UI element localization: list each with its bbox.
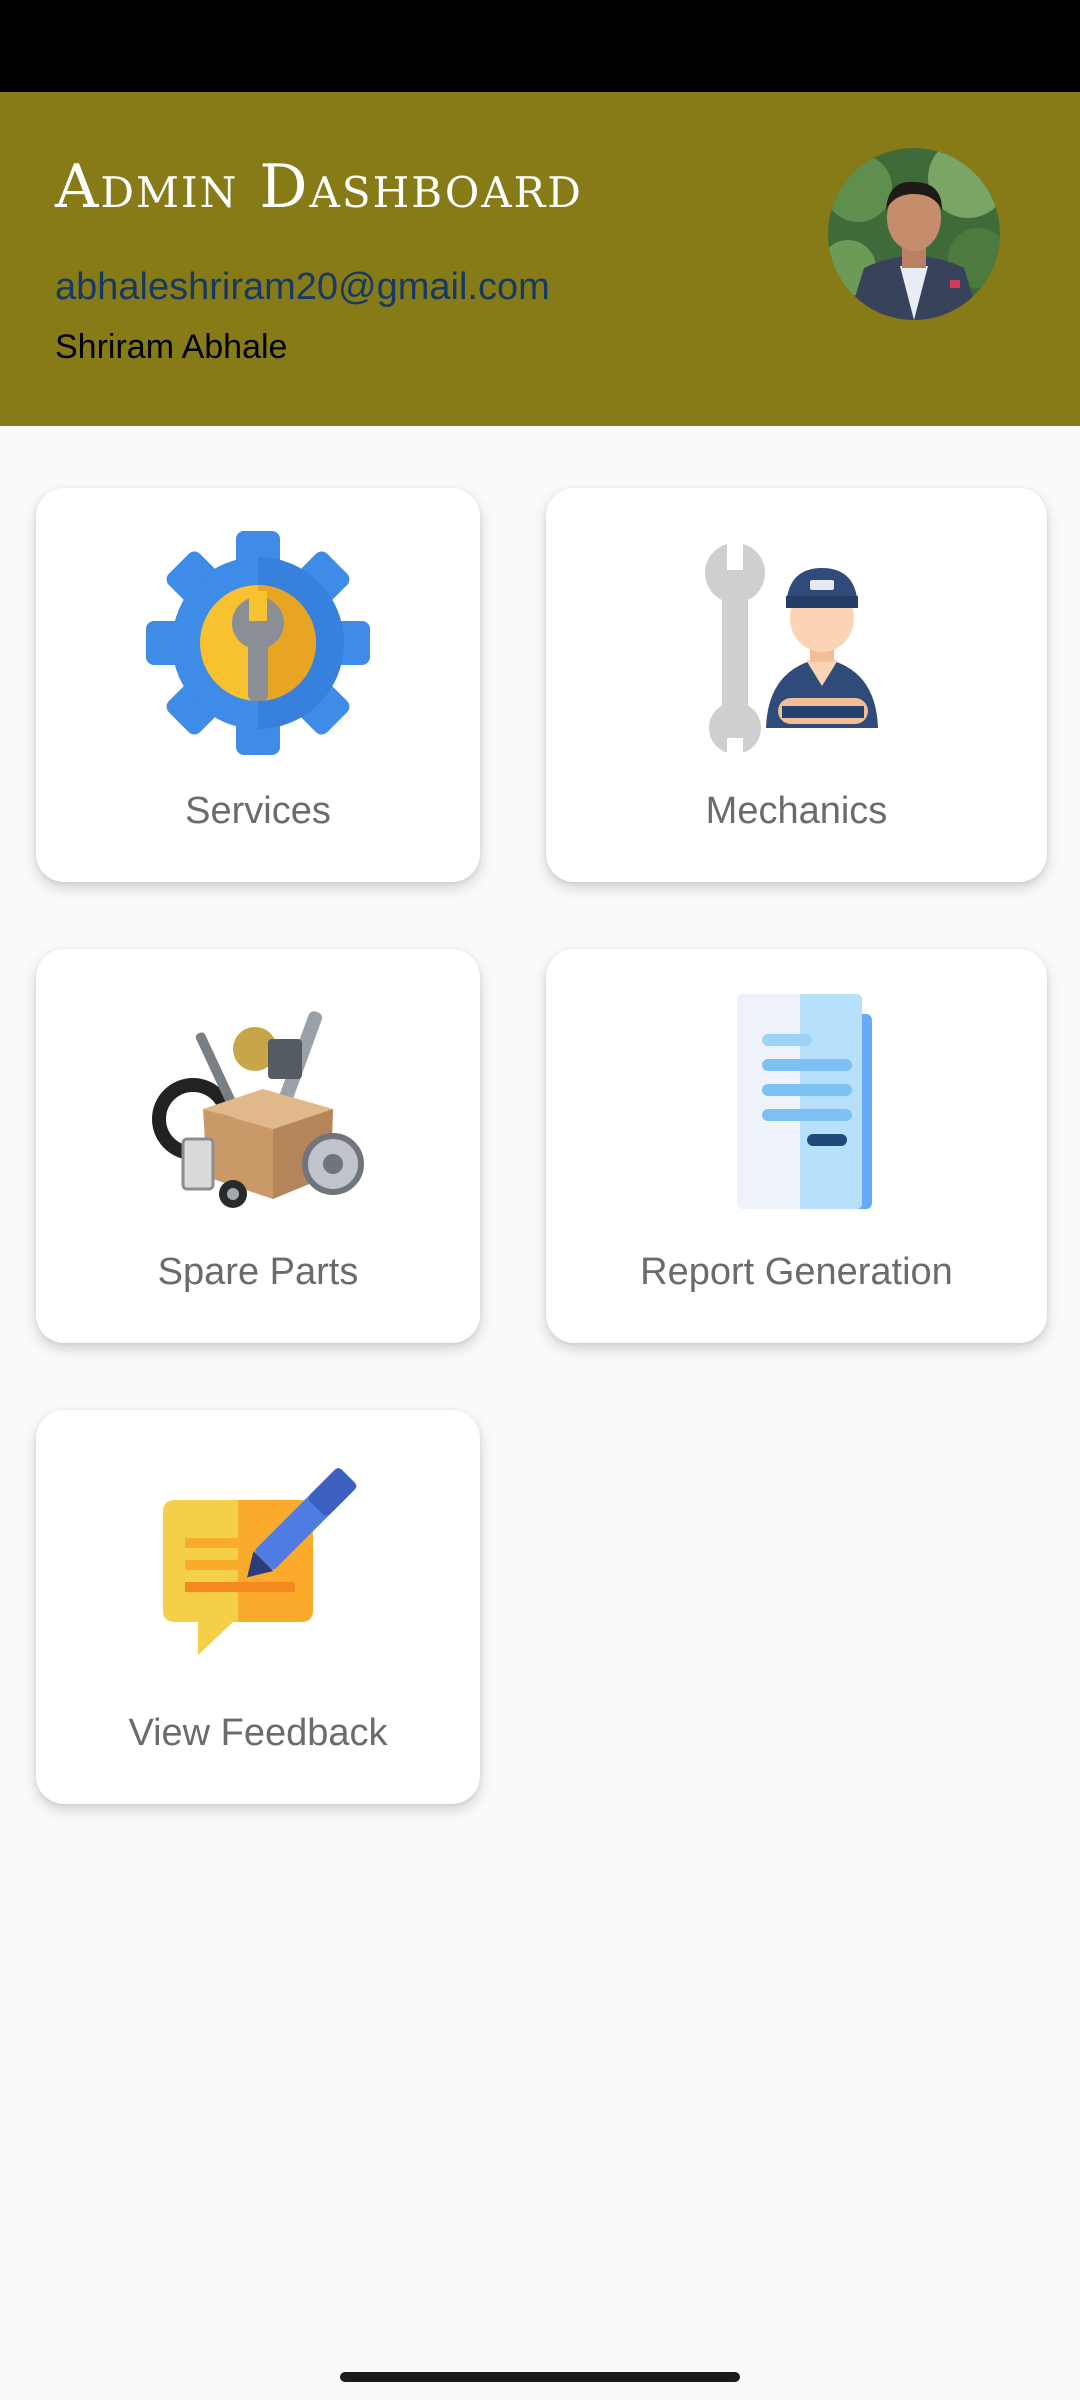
status-bar [0, 0, 1080, 92]
app-header: Admin Dashboard abhaleshriram20@gmail.co… [0, 92, 1080, 426]
spare-parts-label: Spare Parts [157, 1251, 359, 1293]
page-title: Admin Dashboard [55, 152, 583, 222]
user-email: abhaleshriram20@gmail.com [55, 266, 550, 308]
report-document-icon [682, 989, 912, 1219]
feedback-pencil-icon [143, 1450, 373, 1680]
view-feedback-label: View Feedback [128, 1712, 388, 1754]
mechanics-card[interactable]: Mechanics [546, 488, 1047, 882]
report-generation-card[interactable]: Report Generation [546, 949, 1047, 1343]
mechanics-label: Mechanics [705, 790, 888, 832]
spare-parts-box-icon [143, 989, 373, 1219]
report-generation-label: Report Generation [640, 1251, 953, 1293]
mechanic-icon [682, 528, 912, 758]
spare-parts-card[interactable]: Spare Parts [36, 949, 480, 1343]
services-card[interactable]: Services [36, 488, 480, 882]
avatar[interactable] [828, 148, 1000, 320]
user-name: Shriram Abhale [55, 328, 288, 366]
view-feedback-card[interactable]: View Feedback [36, 1410, 480, 1804]
gear-wrench-icon [143, 528, 373, 758]
services-label: Services [185, 790, 331, 832]
home-indicator[interactable] [340, 2372, 740, 2382]
